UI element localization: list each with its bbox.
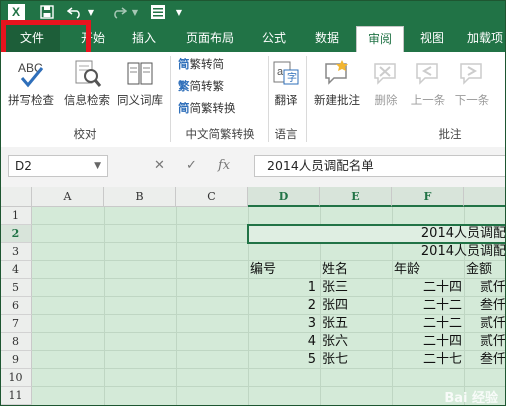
window-frame xyxy=(0,0,506,406)
